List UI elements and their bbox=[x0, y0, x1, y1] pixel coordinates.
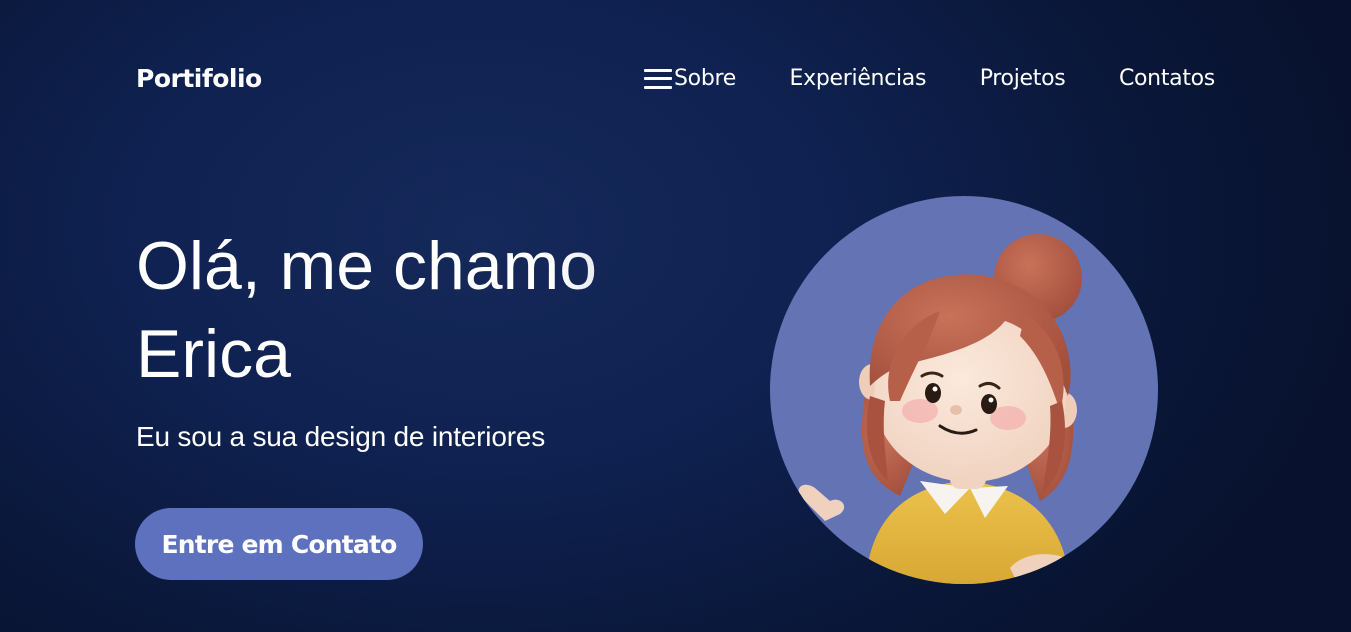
contact-button[interactable]: Entre em Contato bbox=[135, 508, 423, 580]
site-logo[interactable]: Portifolio bbox=[136, 64, 262, 93]
nav-link-contatos[interactable]: Contatos bbox=[1119, 66, 1215, 91]
nav-item-sobre-group: Sobre bbox=[644, 66, 736, 91]
nav-link-experiencias[interactable]: Experiências bbox=[790, 66, 927, 91]
hamburger-menu-icon[interactable] bbox=[644, 68, 672, 89]
hero-title: Olá, me chamo Erica bbox=[136, 222, 656, 398]
main-nav: Sobre Experiências Projetos Contatos bbox=[644, 66, 1215, 91]
cartoon-girl-avatar bbox=[770, 196, 1158, 584]
hero-subtitle: Eu sou a sua design de interiores bbox=[136, 421, 545, 452]
hero-title-line1: Olá, me chamo bbox=[136, 228, 598, 304]
nav-link-projetos[interactable]: Projetos bbox=[980, 66, 1066, 91]
hero-title-line2: Erica bbox=[136, 316, 291, 392]
nav-link-sobre[interactable]: Sobre bbox=[674, 66, 736, 91]
